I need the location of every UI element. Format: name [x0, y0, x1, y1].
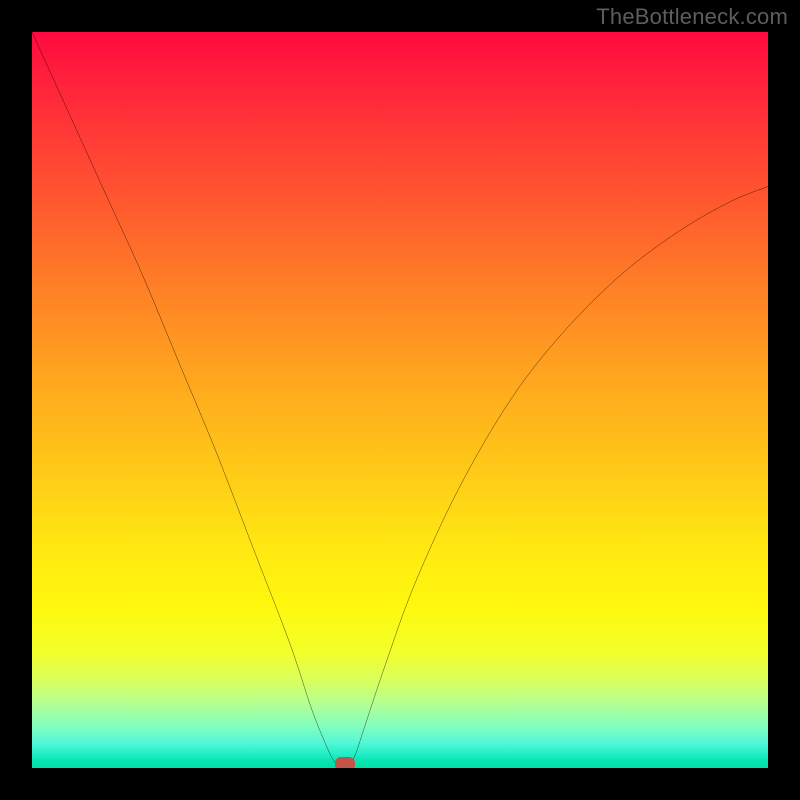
chart-frame: TheBottleneck.com — [0, 0, 800, 800]
optimum-marker — [335, 757, 355, 768]
bottleneck-curve — [32, 32, 768, 768]
plot-area — [32, 32, 768, 768]
watermark-text: TheBottleneck.com — [596, 4, 788, 30]
